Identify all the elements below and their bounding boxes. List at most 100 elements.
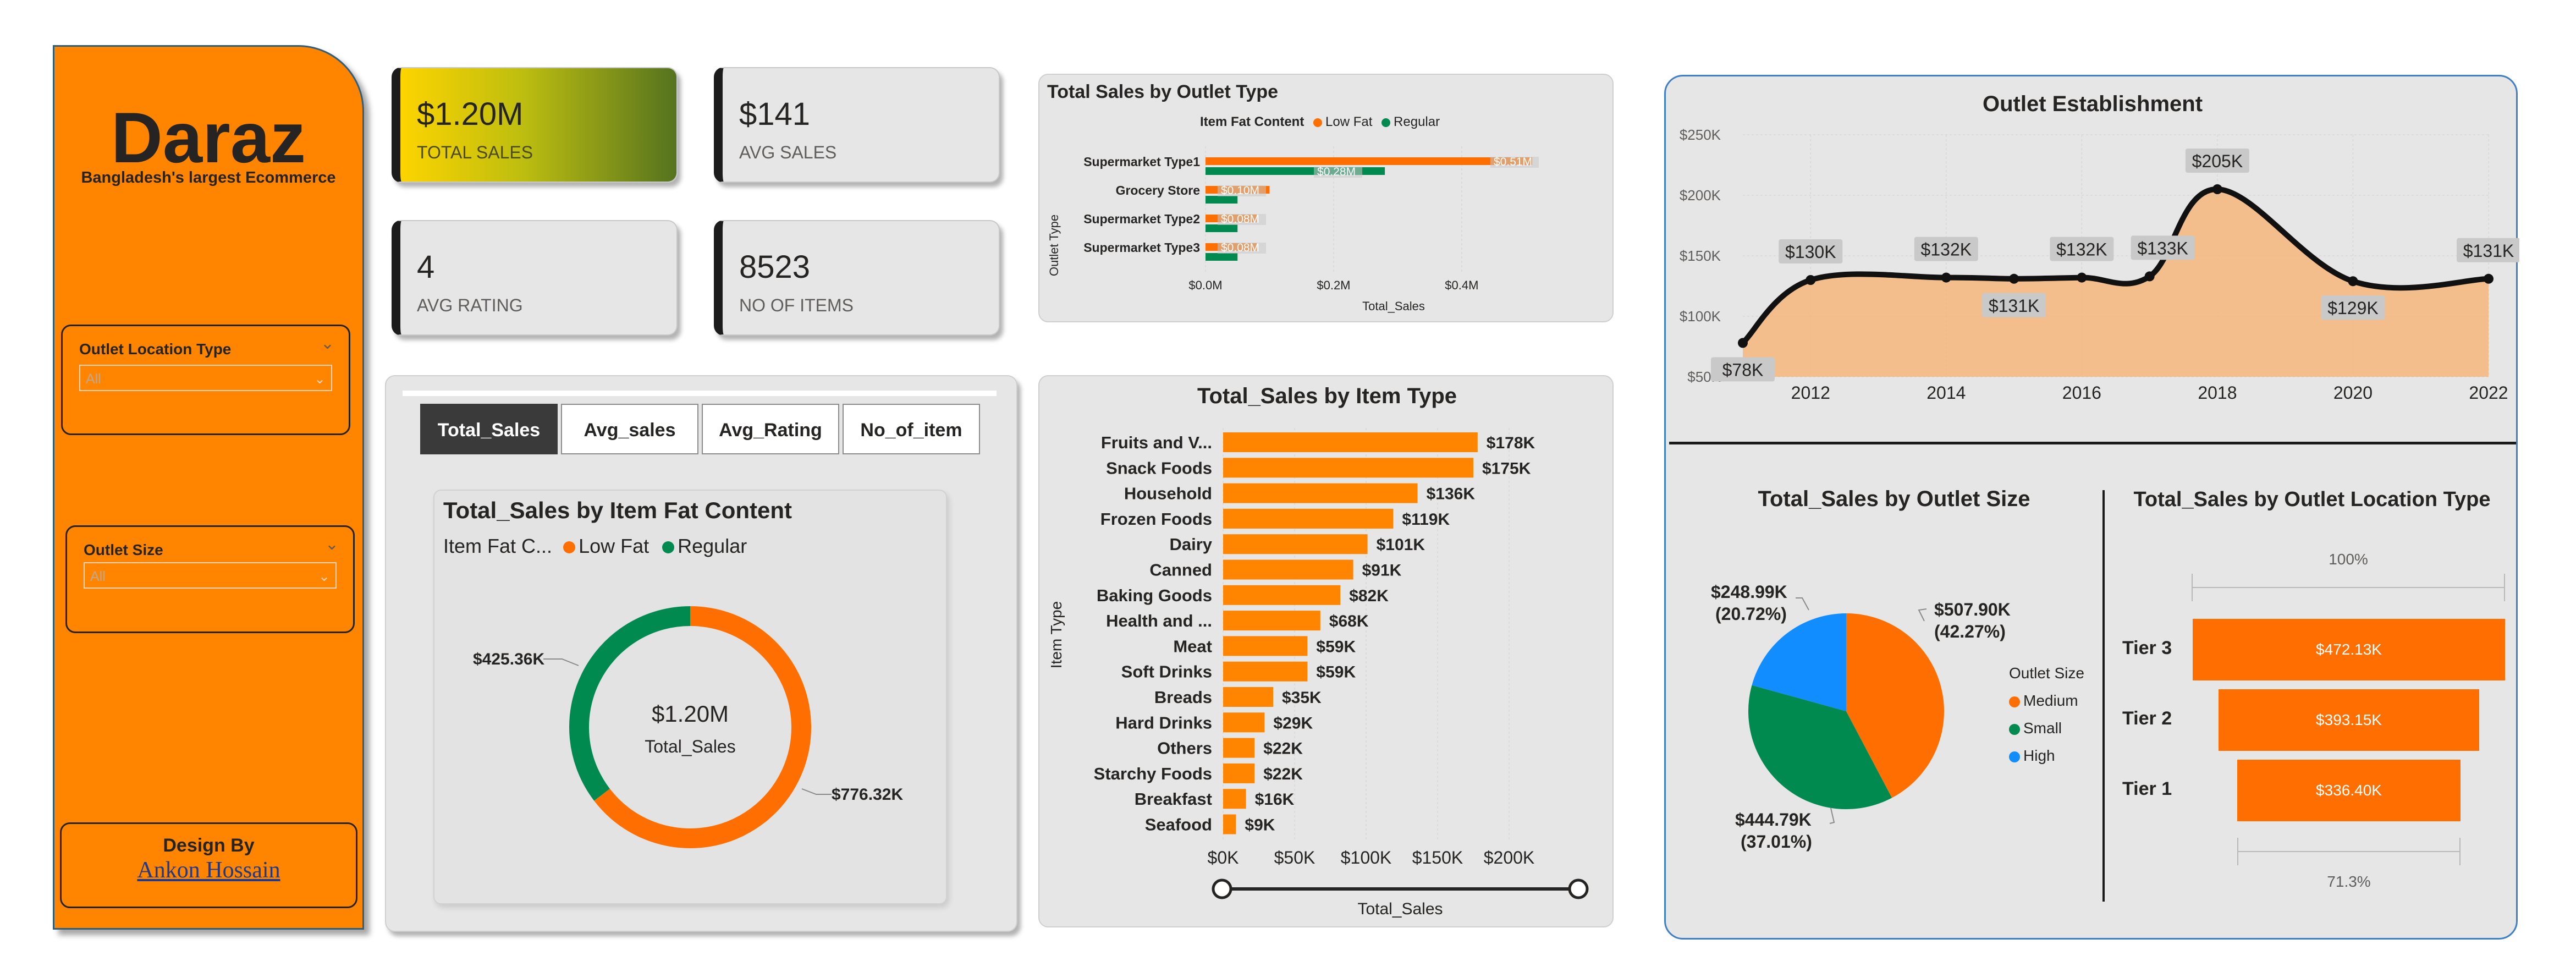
- funnel-bar-tier2[interactable]: $393.15K: [2219, 689, 2479, 751]
- data-label: $59K: [1316, 638, 1356, 656]
- bar-low-fat: [1206, 157, 1532, 165]
- label-small: $444.79K: [1735, 810, 1812, 830]
- y-tick-label: Frozen Foods: [1100, 509, 1212, 529]
- data-label-low-fat: $0.08M: [1221, 213, 1259, 226]
- legend-dot: [2009, 751, 2020, 762]
- bar-item-type: [1223, 508, 1394, 529]
- data-label: $178K: [1487, 434, 1535, 452]
- legend-item-small[interactable]: Small: [2009, 715, 2084, 742]
- kpi-avg-rating: 4 AVG RATING: [392, 220, 678, 336]
- chevron-down-icon[interactable]: ⌄: [325, 535, 339, 554]
- funnel-top-bracket: [2192, 574, 2505, 601]
- data-label: $91K: [1362, 562, 1402, 580]
- y-tick-label: Breads: [1154, 688, 1212, 707]
- leader-line: [543, 658, 579, 666]
- design-credit: Design By Ankon Hossain: [60, 822, 357, 908]
- data-label: $68K: [1329, 612, 1369, 630]
- label-high-pct: (20.72%): [1715, 604, 1787, 624]
- label-regular: $425.36K: [473, 650, 544, 668]
- x-tick-label: $0.4M: [1445, 278, 1478, 292]
- x-tick-label: $50K: [1274, 848, 1315, 867]
- outlet-location-dropdown[interactable]: All ⌄: [79, 365, 332, 391]
- tab-avg-rating[interactable]: Avg_Rating: [702, 404, 839, 454]
- y-tick-label: Supermarket Type3: [1083, 240, 1200, 255]
- bar-item-type: [1223, 559, 1353, 580]
- data-point: [2144, 271, 2155, 282]
- label-small-pct: (37.01%): [1741, 832, 1812, 852]
- leader-line: [801, 788, 832, 795]
- slicer-title: Outlet Location Type: [79, 341, 232, 358]
- bar-regular: [1206, 224, 1238, 232]
- range-slider-handle-left[interactable]: [1212, 878, 1232, 899]
- data-label-low-fat: $0.51M: [1494, 156, 1532, 168]
- kpi-avg-sales: $141 AVG SALES: [714, 67, 1000, 183]
- data-label: $22K: [1263, 740, 1303, 758]
- data-label: $131K: [2463, 241, 2514, 261]
- outlet-overview-panel: Outlet Establishment $250K $200K $150K $100…: [1664, 75, 2519, 940]
- funnel-bar-tier3[interactable]: $472.13K: [2193, 619, 2505, 680]
- x-tick-label: $0K: [1208, 848, 1239, 867]
- x-tick-label: 2022: [2469, 383, 2508, 403]
- data-label-regular: $0.28M: [1317, 166, 1356, 178]
- y-axis-label: Item Type: [1048, 601, 1065, 668]
- legend-item-high[interactable]: High: [2009, 742, 2084, 770]
- tab-total-sales[interactable]: Total_Sales: [420, 404, 558, 454]
- legend-dot: [2009, 723, 2020, 735]
- y-tick-label: Snack Foods: [1106, 458, 1212, 477]
- data-label: $29K: [1273, 714, 1313, 732]
- tab-avg-sales[interactable]: Avg_sales: [561, 404, 698, 454]
- donut-center-value: $1.20M: [652, 701, 729, 727]
- bar-item-type: [1223, 763, 1255, 783]
- bar-item-type: [1223, 636, 1308, 656]
- kpi-label: AVG RATING: [417, 295, 523, 315]
- legend-text: High: [2023, 747, 2055, 764]
- legend-item-medium[interactable]: Medium: [2009, 687, 2084, 715]
- funnel-bar-tier1[interactable]: $336.40K: [2237, 760, 2461, 821]
- data-point: [2348, 276, 2358, 287]
- funnel-bottom-pct: 71.3%: [2327, 873, 2371, 890]
- y-tick-label: Supermarket Type2: [1083, 212, 1200, 226]
- chevron-down-icon: ⌄: [314, 371, 326, 387]
- data-label: $35K: [1282, 689, 1322, 707]
- designer-link[interactable]: Ankon Hossain: [62, 857, 356, 883]
- x-tick-label: 2018: [2198, 383, 2237, 403]
- bar-item-type: [1223, 738, 1255, 758]
- outlet-size-dropdown[interactable]: All ⌄: [84, 562, 337, 589]
- outlet-size-legend: Outlet Size Medium Small High: [2009, 660, 2084, 770]
- data-label: $22K: [1263, 765, 1303, 783]
- donut-slice-low-fat: [594, 606, 811, 848]
- outlet-type-chart: Outlet Type Total_Sales $0.0M $0.2M $0.4M S…: [1047, 146, 1539, 313]
- label-medium: $507.90K: [1934, 600, 2011, 619]
- tab-no-of-item[interactable]: No_of_item: [843, 404, 980, 454]
- chevron-down-icon[interactable]: ⌄: [321, 334, 334, 353]
- dropdown-value: All: [90, 569, 106, 584]
- kpi-value: 4: [417, 249, 435, 285]
- bar-regular: [1206, 196, 1238, 204]
- kpi-no-of-items: 8523 NO OF ITEMS: [714, 220, 1000, 336]
- funnel-bottom-bracket: [2237, 838, 2461, 865]
- data-label: $136K: [1427, 485, 1476, 503]
- y-tick-label: Others: [1157, 739, 1212, 758]
- x-axis-label: Total_Sales: [1362, 299, 1425, 313]
- data-point: [2212, 184, 2222, 194]
- bar-item-type: [1223, 611, 1320, 631]
- y-tick-label: Health and ...: [1106, 611, 1212, 630]
- slicer-outlet-location-type: Outlet Location Type ⌄ All ⌄: [61, 325, 350, 435]
- legend-title: Outlet Size: [2009, 665, 2084, 682]
- y-tick-label: Dairy: [1169, 535, 1212, 554]
- range-slider-handle-right[interactable]: [1568, 878, 1589, 899]
- kpi-value: $141: [739, 96, 811, 132]
- funnel-label-tier1: Tier 1: [2122, 778, 2172, 799]
- data-point: [2484, 273, 2494, 284]
- data-label: $82K: [1349, 587, 1389, 605]
- data-label: $16K: [1255, 790, 1295, 809]
- design-label: Design By: [163, 835, 255, 856]
- x-tick-label: $150K: [1412, 848, 1463, 867]
- outlet-size-pie: $507.90K (42.27%) $248.99K (20.72%) $444…: [1711, 582, 2011, 852]
- y-tick-label: Soft Drinks: [1121, 662, 1212, 682]
- legend-text: Medium: [2023, 692, 2078, 709]
- data-label: $175K: [1482, 459, 1531, 477]
- leader-line: [1918, 608, 1927, 622]
- y-axis-label: Outlet Type: [1047, 215, 1061, 276]
- dropdown-value: All: [86, 371, 101, 387]
